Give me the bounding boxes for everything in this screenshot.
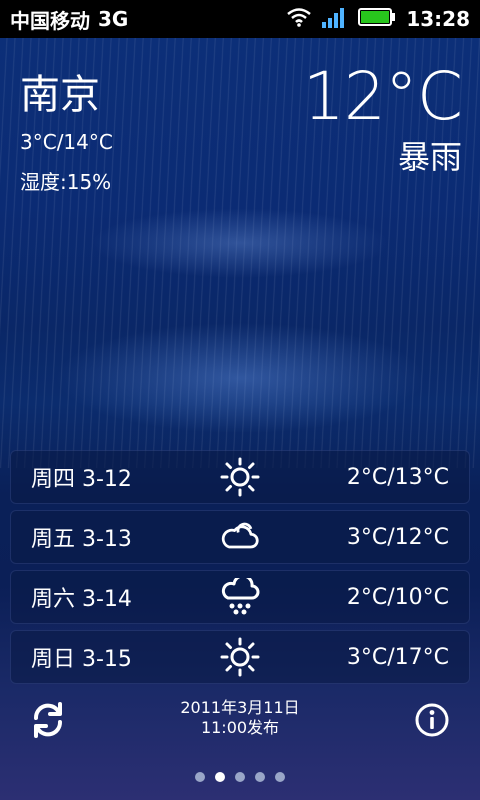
clock: 13:28 (406, 7, 470, 31)
today-temp-range: 3°C/14°C (20, 130, 113, 154)
forecast-row: 周六 3-14 2°C/10°C (10, 570, 470, 624)
status-icons: 13:28 (286, 6, 470, 33)
info-button[interactable] (412, 700, 452, 740)
page-dot[interactable] (195, 772, 205, 782)
weather-screen: 南京 3°C/14°C 湿度:15% 12°C 暴雨 周四 3-12 2°C/1… (0, 38, 480, 800)
forecast-temp-range: 3°C/17°C (346, 644, 449, 670)
carrier-label: 中国移动 (10, 8, 90, 33)
status-bar: 中国移动 3G 13:28 (0, 0, 480, 38)
page-indicator (0, 772, 480, 782)
publish-date: 2011年3月11日 (180, 698, 300, 717)
forecast-temp-range: 3°C/12°C (346, 524, 449, 550)
forecast-row: 周四 3-12 2°C/13°C (10, 450, 470, 504)
forecast-list: 周四 3-12 2°C/13°C 周五 3-13 3°C/12°C 周六 3-1… (10, 450, 470, 690)
forecast-temp-range: 2°C/13°C (346, 464, 449, 490)
forecast-day: 周五 3-13 (31, 527, 132, 552)
page-dot[interactable] (255, 772, 265, 782)
forecast-day: 周日 3-15 (31, 647, 132, 672)
signal-icon (322, 6, 348, 33)
forecast-temp-range: 2°C/10°C (346, 584, 449, 610)
publish-time: 2011年3月11日 11:00发布 (0, 698, 480, 738)
battery-icon (358, 7, 396, 32)
carrier-info: 中国移动 3G (10, 5, 128, 34)
info-icon (415, 703, 449, 737)
current-temperature: 12°C (302, 58, 463, 135)
forecast-day: 周六 3-14 (31, 587, 132, 612)
forecast-row: 周五 3-13 3°C/12°C (10, 510, 470, 564)
sun-icon (220, 637, 260, 677)
forecast-day: 周四 3-12 (31, 467, 132, 492)
weather-condition: 暴雨 (397, 138, 462, 176)
background-puddle (40, 318, 440, 438)
forecast-row: 周日 3-15 3°C/17°C (10, 630, 470, 684)
footer-bar: 2011年3月11日 11:00发布 (0, 690, 480, 770)
humidity: 湿度:15% (20, 170, 112, 194)
network-type: 3G (98, 7, 129, 31)
background-trees (90, 208, 390, 278)
page-dot[interactable] (235, 772, 245, 782)
wifi-icon (286, 7, 312, 32)
publish-clock: 11:00发布 (200, 718, 280, 737)
city-name: 南京 (20, 72, 100, 118)
cloud-icon (220, 520, 260, 554)
page-dot[interactable] (275, 772, 285, 782)
sun-icon (220, 457, 260, 497)
snow-icon (220, 578, 260, 615)
page-dot-active[interactable] (215, 772, 225, 782)
